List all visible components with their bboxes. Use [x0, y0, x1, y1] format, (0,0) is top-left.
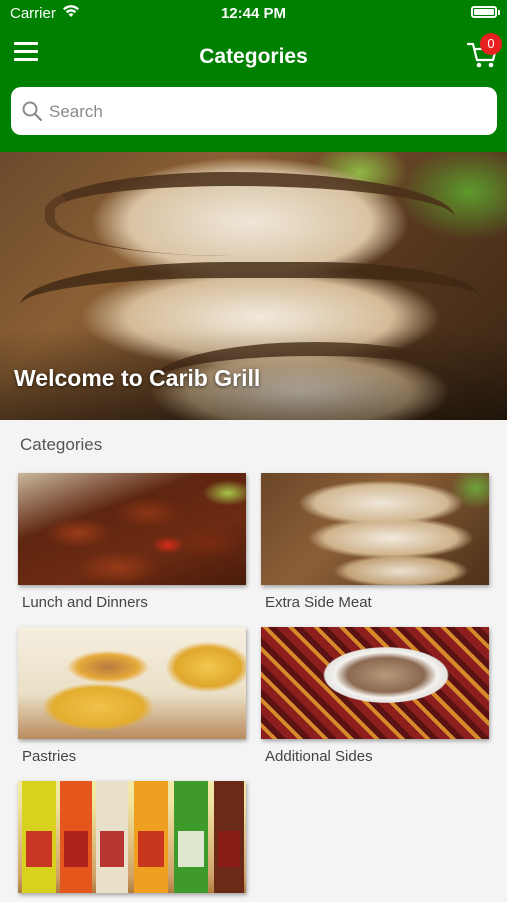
category-label: Extra Side Meat [265, 594, 372, 611]
page-title: Categories [199, 45, 308, 68]
category-tile-lunch-and-dinners[interactable]: Lunch and Dinners [18, 473, 246, 611]
category-label: Additional Sides [265, 748, 373, 765]
cart-count-badge: 0 [480, 33, 502, 55]
hero-banner: Welcome to Carib Grill [0, 152, 507, 420]
welcome-text: Welcome to Carib Grill [14, 365, 261, 391]
category-image-extra-side-meat [261, 473, 489, 585]
categories-heading: Categories [20, 435, 103, 454]
category-label: Pastries [22, 748, 77, 765]
header-bar: Carrier 12:44 PM Categories 0 [0, 0, 507, 152]
battery-icon [471, 6, 500, 18]
category-tile-pastries[interactable]: Pastries [18, 627, 246, 765]
category-tile-extra-side-meat[interactable]: Extra Side Meat [261, 473, 489, 611]
menu-icon[interactable] [14, 42, 38, 62]
category-image-additional-sides [261, 627, 489, 739]
category-label: Lunch and Dinners [22, 594, 148, 611]
search-input[interactable] [47, 87, 491, 137]
category-tile-additional-sides[interactable]: Additional Sides [261, 627, 489, 765]
search-icon [22, 101, 43, 122]
category-tile-drinks[interactable] [18, 781, 246, 902]
category-image-lunch-and-dinners [18, 473, 246, 585]
status-time: 12:44 PM [220, 5, 287, 22]
status-bar: Carrier 12:44 PM [0, 0, 507, 28]
search-bar [11, 87, 497, 137]
category-image-pastries [18, 627, 246, 739]
category-image-drinks [18, 781, 246, 893]
